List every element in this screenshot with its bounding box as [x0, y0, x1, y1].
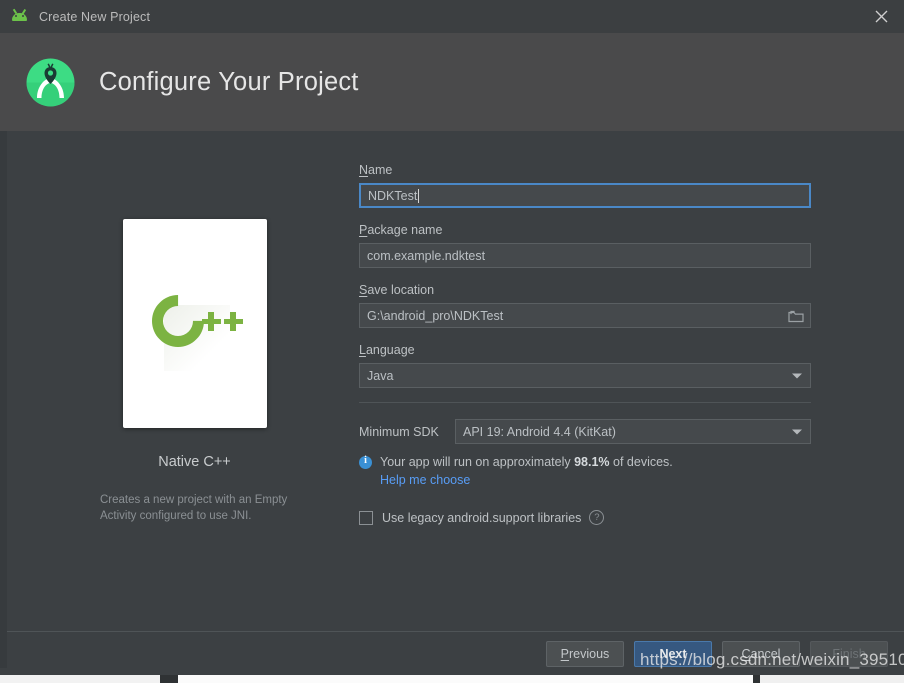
next-button[interactable]: Next	[634, 640, 712, 667]
background-taskbar-strip	[0, 675, 904, 683]
name-label: Name	[359, 163, 393, 177]
help-me-choose-link[interactable]: Help me choose	[380, 473, 811, 487]
page-title: Configure Your Project	[99, 67, 359, 96]
name-input-value: NDKTest	[368, 188, 418, 203]
language-value: Java	[367, 368, 394, 383]
package-name-input[interactable]: com.example.ndktest	[359, 243, 811, 268]
question-mark-icon[interactable]: ?	[589, 510, 605, 525]
language-select[interactable]: Java	[359, 363, 811, 388]
package-name-label: Package name	[359, 223, 443, 237]
cpp-logo-icon	[140, 283, 250, 371]
save-location-label: Save location	[359, 283, 435, 297]
language-label: Language	[359, 343, 415, 357]
save-location-input[interactable]: G:\android_pro\NDKTest	[359, 303, 811, 328]
dialog-footer: Previous Next Cancel Finish	[7, 632, 904, 675]
minimum-sdk-label: Minimum SDK	[359, 424, 439, 439]
package-name-value: com.example.ndktest	[367, 248, 486, 263]
legacy-libraries-row: Use legacy android.support libraries ?	[359, 510, 811, 525]
text-caret	[418, 188, 420, 203]
finish-button: Finish	[810, 640, 888, 667]
dialog-body: Native C++ Creates a new project with an…	[7, 131, 904, 637]
template-name: Native C++	[158, 454, 231, 470]
name-input[interactable]: NDKTest	[359, 183, 811, 208]
legacy-libraries-label: Use legacy android.support libraries	[382, 510, 582, 525]
minimum-sdk-value: API 19: Android 4.4 (KitKat)	[463, 424, 616, 439]
info-icon	[359, 455, 372, 469]
window-titlebar: Create New Project	[0, 0, 904, 33]
previous-button[interactable]: Previous	[546, 640, 624, 667]
template-preview: Native C++ Creates a new project with an…	[92, 219, 297, 524]
chevron-down-icon	[792, 429, 802, 434]
minimum-sdk-row: Minimum SDK API 19: Android 4.4 (KitKat)	[359, 419, 811, 444]
device-coverage-info: Your app will run on approximately 98.1%…	[359, 454, 811, 471]
cancel-button[interactable]: Cancel	[722, 640, 800, 667]
minimum-sdk-select[interactable]: API 19: Android 4.4 (KitKat)	[455, 419, 811, 444]
chevron-down-icon	[792, 373, 802, 378]
dialog-header: Configure Your Project	[0, 33, 904, 131]
window-title: Create New Project	[39, 9, 151, 24]
device-coverage-text: Your app will run on approximately 98.1%…	[380, 455, 673, 469]
project-form: Name NDKTest Package name com.example.nd…	[359, 163, 811, 525]
save-location-value: G:\android_pro\NDKTest	[367, 308, 504, 323]
android-studio-logo-icon	[24, 56, 77, 109]
folder-icon[interactable]	[788, 309, 804, 322]
form-divider	[359, 402, 811, 403]
template-thumbnail	[122, 219, 267, 428]
create-new-project-dialog: Create New Project Configure Your Projec…	[0, 0, 904, 683]
android-robot-icon	[11, 8, 28, 25]
legacy-libraries-checkbox[interactable]	[359, 510, 373, 525]
template-description: Creates a new project with an Empty Acti…	[100, 494, 288, 522]
close-icon[interactable]	[858, 0, 904, 33]
